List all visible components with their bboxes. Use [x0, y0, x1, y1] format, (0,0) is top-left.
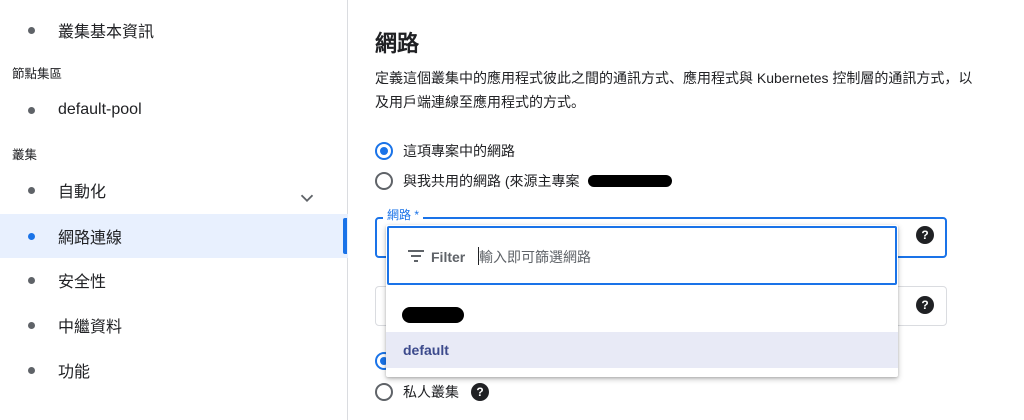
- radio-network-this-project[interactable]: 這項專案中的網路: [375, 141, 515, 161]
- bullet-icon: [28, 186, 35, 194]
- active-indicator: [343, 218, 347, 254]
- sidebar-item-label: 中繼資料: [58, 319, 123, 336]
- filter-box[interactable]: Filter: [387, 226, 897, 285]
- bullet-icon: [28, 366, 35, 374]
- sidebar-item-automation[interactable]: 自動化: [0, 168, 348, 212]
- bullet-icon: [28, 321, 35, 329]
- main-content: 網路 定義這個叢集中的應用程式彼此之間的通訊方式、應用程式與 Kubernete…: [349, 0, 1024, 420]
- radio-button[interactable]: [375, 142, 393, 160]
- section-heading-cluster: 叢集: [12, 148, 38, 162]
- redacted-network-name: [402, 307, 464, 323]
- sidebar-item-metadata[interactable]: 中繼資料: [0, 303, 348, 347]
- bullet-icon: [28, 232, 35, 240]
- radio-private-cluster[interactable]: 私人叢集 ?: [375, 382, 489, 402]
- radio-label: 與我共用的網路 (來源主專案: [403, 173, 580, 189]
- network-option-redacted[interactable]: [386, 297, 898, 333]
- section-heading-nodepools: 節點集區: [12, 67, 63, 81]
- sidebar-item-default-pool[interactable]: default-pool: [0, 88, 348, 203]
- page-description: 定義這個叢集中的應用程式彼此之間的通訊方式、應用程式與 Kubernetes 控…: [375, 70, 973, 110]
- sidebar-item-label: 叢集基本資訊: [58, 24, 155, 41]
- network-field-label: 網路 *: [383, 206, 424, 223]
- sidebar-item-features[interactable]: 功能: [0, 348, 348, 392]
- sidebar-item-networking[interactable]: 網路連線: [0, 214, 348, 258]
- sidebar-item-label: 網路連線: [58, 230, 123, 247]
- radio-network-shared[interactable]: 與我共用的網路 (來源主專案: [375, 171, 672, 191]
- redacted-project-id: [587, 175, 672, 187]
- radio-button[interactable]: [375, 172, 393, 190]
- filter-label: Filter: [431, 249, 466, 265]
- filter-input[interactable]: [479, 245, 869, 269]
- sidebar: 叢集基本資訊 節點集區 default-pool 叢集 自動化 網路連線 安全性…: [0, 0, 348, 420]
- bullet-icon: [28, 106, 35, 114]
- filter-icon: [408, 250, 424, 262]
- help-icon[interactable]: ?: [916, 296, 934, 314]
- sidebar-item-security[interactable]: 安全性: [0, 258, 348, 302]
- radio-label: 私人叢集: [403, 384, 459, 400]
- sidebar-item-label: 安全性: [58, 274, 107, 291]
- help-icon[interactable]: ?: [916, 226, 934, 244]
- radio-label: 這項專案中的網路: [403, 143, 515, 159]
- sidebar-item-label: 自動化: [58, 184, 107, 201]
- option-label: default: [403, 342, 449, 358]
- network-option-default[interactable]: default: [386, 332, 898, 368]
- page-title: 網路: [375, 31, 420, 56]
- radio-button[interactable]: [375, 383, 393, 401]
- bullet-icon: [28, 276, 35, 284]
- sidebar-item-cluster-basics[interactable]: 叢集基本資訊: [0, 8, 348, 52]
- sidebar-item-label: 功能: [58, 364, 91, 381]
- network-dropdown-menu: Filter default: [386, 225, 898, 377]
- bullet-icon: [28, 26, 35, 34]
- sidebar-item-label: default-pool: [58, 101, 142, 118]
- help-icon[interactable]: ?: [471, 383, 489, 401]
